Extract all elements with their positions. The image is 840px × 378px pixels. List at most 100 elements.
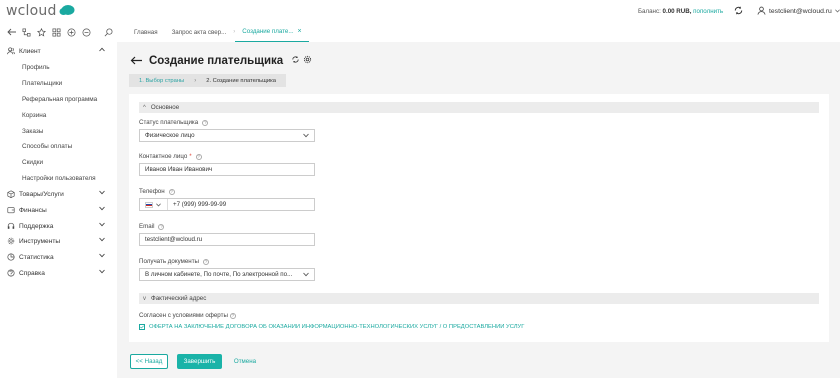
russia-flag-icon xyxy=(145,201,153,208)
step-label: 2. Создание плательщика xyxy=(206,77,276,84)
form-card: ^ Основное Статус плательщика ? Физическ… xyxy=(129,94,829,342)
sidebar-item-tools[interactable]: Инструменты xyxy=(0,234,117,248)
sidebar-item-label: Поддержка xyxy=(19,222,54,230)
quick-icon-bar xyxy=(0,22,117,42)
user-email: testclient@wcloud.ru xyxy=(769,8,832,15)
sidebar-item-orders[interactable]: Заказы xyxy=(22,124,43,138)
country-code-select[interactable] xyxy=(142,199,168,210)
chevron-up-icon xyxy=(99,47,105,54)
back-button[interactable]: << Назад xyxy=(130,354,168,369)
headset-icon xyxy=(7,222,15,230)
balance: Баланс: 0.00 RUB, пополнить xyxy=(638,8,723,15)
contact-value: Иванов Иван Иванович xyxy=(145,166,213,173)
section-main-header[interactable]: ^ Основное xyxy=(139,102,819,113)
sidebar-item-statistics[interactable]: Статистика xyxy=(0,250,117,264)
help-icon[interactable]: ? xyxy=(229,312,236,319)
star-icon[interactable] xyxy=(36,27,47,38)
sidebar-item-payers[interactable]: Плательщики xyxy=(22,76,62,90)
help-icon[interactable]: ? xyxy=(195,153,202,160)
topup-link[interactable]: пополнить xyxy=(693,8,723,15)
logo-text: wcloud xyxy=(6,3,57,19)
refresh-icon[interactable] xyxy=(291,55,300,66)
chevron-up-icon: ^ xyxy=(143,104,146,111)
user-icon xyxy=(757,6,766,17)
tab-home[interactable]: Главная xyxy=(127,22,165,42)
tab-reconciliation-request[interactable]: Запрос акта свер... xyxy=(165,22,234,42)
status-value: Физическое лицо xyxy=(145,132,195,139)
sidebar-item-label: Способы оплаты xyxy=(22,142,73,150)
docs-label: Получать документы ? xyxy=(139,258,210,265)
hierarchy-icon[interactable] xyxy=(21,27,32,38)
chevron-down-icon xyxy=(303,272,309,279)
sidebar-item-finance[interactable]: Финансы xyxy=(0,203,117,217)
chevron-down-icon xyxy=(99,206,105,213)
sidebar-item-referral[interactable]: Реферальная программа xyxy=(22,92,97,106)
sidebar-item-client[interactable]: Клиент xyxy=(0,44,117,58)
page-title: Создание плательщика xyxy=(149,54,284,67)
tab-bar: Главная Запрос акта свер... › Создание п… xyxy=(127,22,309,42)
sidebar-item-label: Заказы xyxy=(22,127,44,135)
sidebar-item-label: Реферальная программа xyxy=(22,95,98,103)
step-select-country[interactable]: 1. Выбор страны xyxy=(129,74,194,87)
chevron-down-icon xyxy=(834,8,840,15)
tab-label: Запрос акта свер... xyxy=(171,28,227,36)
help-icon[interactable]: ? xyxy=(158,223,165,230)
offer-label: Согласен с условиями оферты ? xyxy=(139,312,236,319)
field-label: Контактное лицо xyxy=(139,153,188,160)
sidebar-item-support[interactable]: Поддержка xyxy=(0,219,117,233)
step-label: 1. Выбор страны xyxy=(139,77,185,84)
close-icon[interactable]: × xyxy=(298,28,302,35)
field-label: Телефон xyxy=(139,188,165,195)
sidebar-item-label: Статистика xyxy=(19,253,54,261)
help-icon[interactable]: ? xyxy=(202,119,209,126)
add-circle-icon[interactable] xyxy=(66,27,77,38)
offer-checkbox[interactable] xyxy=(139,324,145,330)
sidebar-item-user-settings[interactable]: Настройки пользователя xyxy=(22,171,96,185)
sidebar-item-help[interactable]: Справка xyxy=(0,266,117,280)
section-title: Основное xyxy=(150,104,180,111)
email-value: testclient@wcloud.ru xyxy=(145,236,203,243)
user-menu[interactable]: testclient@wcloud.ru xyxy=(757,6,840,17)
balance-label: Баланс: xyxy=(638,8,661,15)
back-arrow-icon[interactable] xyxy=(130,53,143,68)
grid-icon[interactable] xyxy=(51,27,62,38)
top-bar: wcloud Баланс: 0.00 RUB, пополнить testc… xyxy=(0,0,840,22)
status-select[interactable]: Физическое лицо xyxy=(139,129,315,142)
logo[interactable]: wcloud xyxy=(6,3,75,19)
sidebar-item-payment-methods[interactable]: Способы оплаты xyxy=(22,139,72,153)
chevron-down-icon xyxy=(156,202,161,207)
sidebar-item-products[interactable]: Товары/Услуги xyxy=(0,187,117,201)
help-icon[interactable]: ? xyxy=(168,188,175,195)
balance-value: 0.00 RUB, xyxy=(662,8,692,15)
email-input[interactable]: testclient@wcloud.ru xyxy=(139,233,315,246)
tab-create-payer[interactable]: Создание плате... × xyxy=(235,22,309,42)
finish-button[interactable]: Завершить xyxy=(177,354,222,369)
field-label: Согласен с условиями оферты xyxy=(139,312,228,319)
contact-label: Контактное лицо * ? xyxy=(139,153,202,160)
sidebar-item-cart[interactable]: Корзина xyxy=(22,108,46,122)
chevron-down-icon xyxy=(303,133,309,140)
phone-input[interactable]: +7 (999) 999-99-99 xyxy=(139,198,315,211)
sidebar-item-label: Товары/Услуги xyxy=(19,190,64,198)
sync-icon[interactable] xyxy=(733,5,744,18)
gear-icon[interactable] xyxy=(303,55,312,66)
docs-select[interactable]: В личном кабинете, По почте, По электрон… xyxy=(139,268,315,281)
search-icon[interactable] xyxy=(103,27,114,38)
wizard-steps: 1. Выбор страны › 2. Создание плательщик… xyxy=(129,74,286,87)
offer-agreement[interactable]: ОФЕРТА НА ЗАКЛЮЧЕНИЕ ДОГОВОРА ОБ ОКАЗАНИ… xyxy=(139,324,524,330)
field-label: Статус плательщика xyxy=(139,119,199,126)
minus-circle-icon[interactable] xyxy=(81,27,92,38)
offer-link[interactable]: ОФЕРТА НА ЗАКЛЮЧЕНИЕ ДОГОВОРА ОБ ОКАЗАНИ… xyxy=(149,324,524,330)
sidebar-item-profile[interactable]: Профиль xyxy=(22,60,50,74)
phone-value: +7 (999) 999-99-99 xyxy=(173,201,227,208)
sidebar-item-discounts[interactable]: Скидки xyxy=(22,155,43,169)
sidebar: Клиент Профиль Плательщики Реферальная п… xyxy=(0,42,117,378)
section-address-header[interactable]: v Фактический адрес xyxy=(139,293,819,304)
title-actions xyxy=(291,55,312,66)
contact-input[interactable]: Иванов Иван Иванович xyxy=(139,163,315,176)
cancel-button[interactable]: Отмена xyxy=(230,354,260,369)
back-arrow-icon[interactable] xyxy=(6,27,17,38)
help-icon[interactable]: ? xyxy=(203,258,210,265)
email-label: Email ? xyxy=(139,223,165,230)
sidebar-item-label: Корзина xyxy=(22,111,47,119)
